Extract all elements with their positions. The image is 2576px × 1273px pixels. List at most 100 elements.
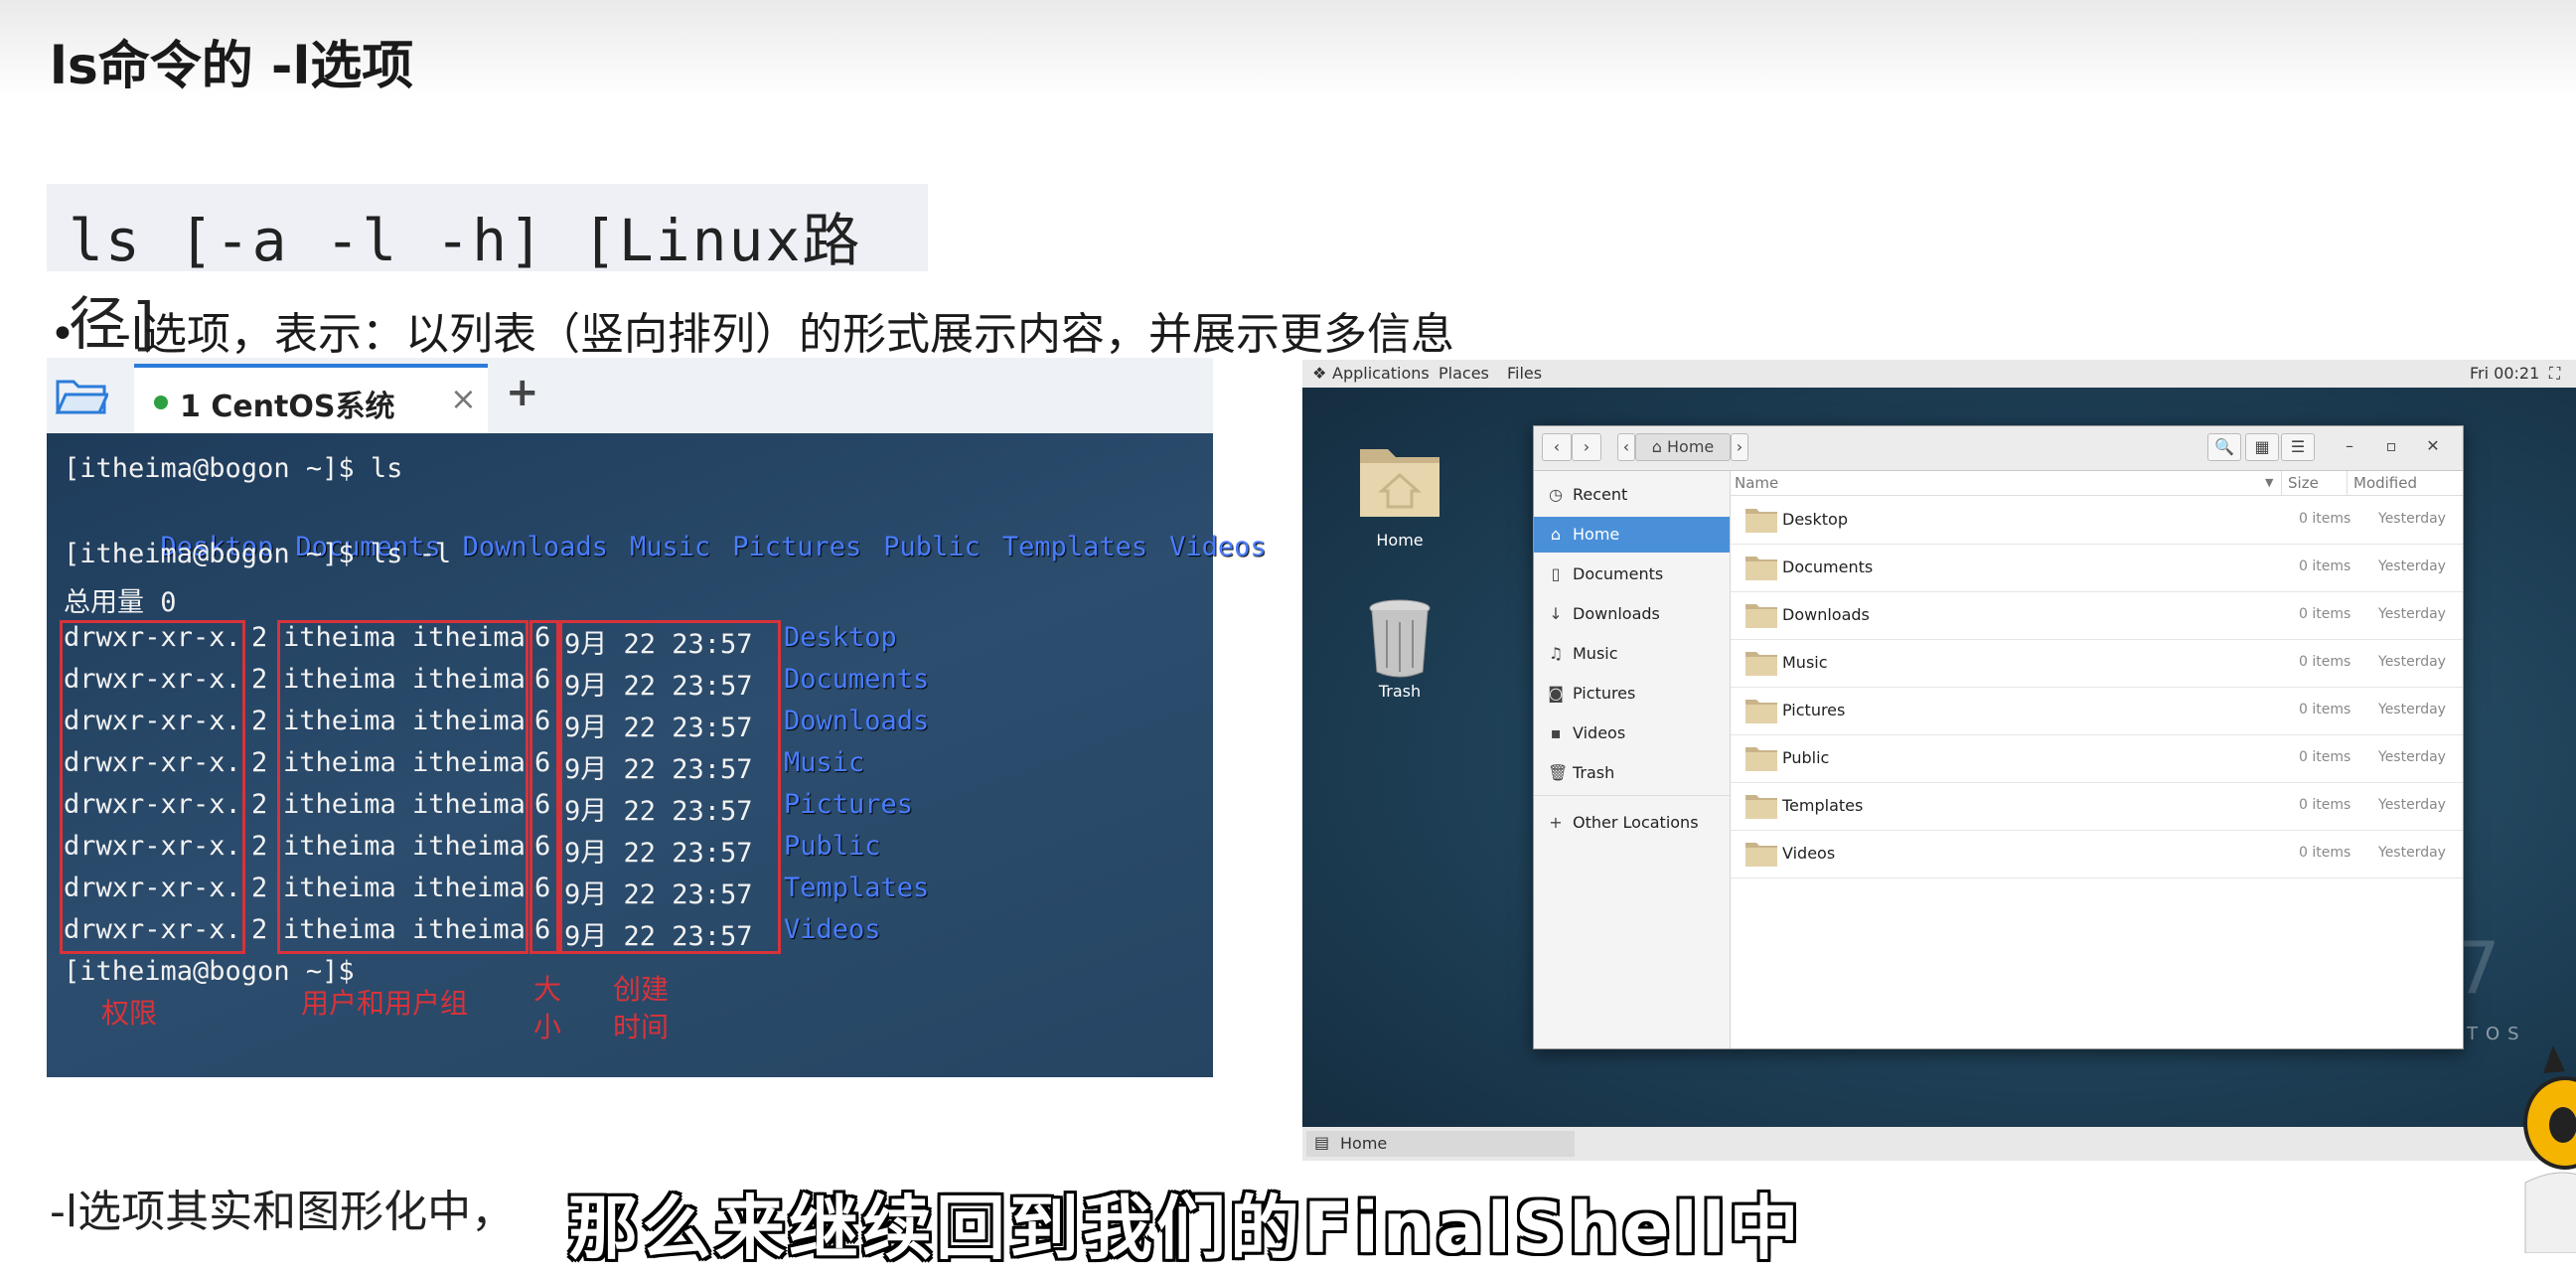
sidebar-item-recent[interactable]: ◷ Recent [1534,477,1730,513]
file-modified: Yesterday [2378,845,2446,861]
video-icon: ▪ [1550,723,1562,742]
time-highlight-box [559,620,781,954]
column-modified[interactable]: Modified [2347,471,2417,495]
link-count: 2 [251,664,268,695]
ls-item: Music [629,532,711,562]
ls-item: Templates [1001,532,1148,562]
back-button[interactable]: ‹ [1542,433,1572,461]
file-size: 0 items [2299,606,2351,622]
sidebar-item-videos[interactable]: ▪ Videos [1534,716,1730,751]
video-subtitle: 那么来继续回到我们的FinalShell中 [568,1188,1803,1269]
network-icon[interactable]: ⛶ [2549,364,2560,384]
entry-name: Downloads [784,706,930,736]
sidebar-item-documents[interactable]: ▯ Documents [1534,557,1730,592]
sidebar-item-pictures[interactable]: ◙ Pictures [1534,676,1730,712]
entry-name: Templates [784,873,930,903]
file-row[interactable]: Public 0 items Yesterday [1731,734,2463,783]
command-syntax-box: ls [-a -l -h] [Linux路径] [47,184,928,358]
sort-down-icon[interactable]: ▼ [2265,471,2273,495]
file-row[interactable]: Videos 0 items Yesterday [1731,830,2463,878]
prompt-line: [itheima@bogon ~]$ ls -l [64,539,452,569]
ls-item: Pictures [732,532,862,562]
annotation-time-2: 时间 [613,1011,670,1043]
file-name: Music [1782,653,1828,672]
tab-label: 1 CentOS系统 [180,390,395,424]
taskbar-item-home[interactable]: ▤ Home [1306,1131,1575,1157]
column-size[interactable]: Size [2281,471,2319,495]
link-count: 2 [251,622,268,653]
file-row[interactable]: Documents 0 items Yesterday [1731,544,2463,592]
camera-icon: ◙ [1548,684,1564,703]
bullet-dot-icon: • [50,309,76,360]
files-menu[interactable]: Files [1507,364,1542,383]
annotation-permissions: 权限 [101,997,158,1030]
file-name: Public [1782,748,1830,767]
file-name: Pictures [1782,701,1846,719]
file-size: 0 items [2299,702,2351,717]
document-icon: ▯ [1551,564,1561,583]
file-row[interactable]: Pictures 0 items Yesterday [1731,687,2463,735]
download-icon: ↓ [1549,604,1563,623]
sidebar-item-trash[interactable]: 🗑 Trash [1534,755,1730,791]
file-name: Desktop [1782,510,1848,529]
path-home-button[interactable]: ⌂ Home [1635,433,1731,461]
file-size: 0 items [2299,558,2351,574]
file-modified: Yesterday [2378,558,2446,574]
sidebar-item-label: Music [1573,644,1618,663]
add-tab-button[interactable]: + [506,370,539,415]
terminal-output[interactable]: [itheima@bogon ~]$ ls Desktop Documents Do… [47,433,1267,1077]
entry-name: Documents [784,664,930,695]
file-modified: Yesterday [2378,702,2446,717]
sidebar-item-downloads[interactable]: ↓ Downloads [1534,596,1730,632]
file-name: Videos [1782,844,1836,863]
applications-menu[interactable]: Applications [1332,364,1430,383]
grid-icon: ▦ [2254,437,2270,456]
prompt-line: [itheima@bogon ~]$ ls [64,453,403,484]
desktop-home-icon[interactable]: Home [1340,435,1459,550]
bullet-point: • -l选项，表示：以列表（竖向排列）的形式展示内容，并展示更多信息 [50,298,1454,362]
hamburger-icon: ☰ [2290,437,2306,456]
path-left-button[interactable]: ‹ [1617,433,1635,461]
sidebar-item-label: Videos [1573,723,1626,742]
places-menu[interactable]: Places [1439,364,1489,383]
file-size: 0 items [2299,511,2351,527]
column-header: Name ▼ Size Modified [1731,471,2463,496]
applications-menu-icon: ❖ [1312,364,1327,383]
prompt-line: [itheima@bogon ~]$ [64,956,355,987]
menu-button[interactable]: ☰ [2281,433,2315,461]
file-size: 0 items [2299,749,2351,765]
search-button[interactable]: 🔍 [2207,433,2241,461]
sidebar-item-label: Recent [1573,485,1628,504]
maximize-button[interactable]: ▫ [2376,433,2406,461]
grid-view-button[interactable]: ▦ [2245,433,2279,461]
tab-centos[interactable]: 1 CentOS系统 × [134,364,488,433]
file-row[interactable]: Music 0 items Yesterday [1731,639,2463,688]
sidebar-item-music[interactable]: ♫ Music [1534,636,1730,672]
file-modified: Yesterday [2378,797,2446,813]
column-name[interactable]: Name [1735,471,1778,495]
sidebar-item-home[interactable]: ⌂ Home [1534,517,1730,553]
folder-icon [1745,557,1777,580]
close-button[interactable]: ✕ [2418,433,2448,461]
link-count: 2 [251,706,268,736]
sidebar-item-other-locations[interactable]: + Other Locations [1534,805,1730,841]
file-list: Name ▼ Size Modified Desktop 0 items Yeste… [1731,471,2463,1048]
file-row[interactable]: Downloads 0 items Yesterday [1731,591,2463,640]
minimize-button[interactable]: – [2335,433,2364,461]
file-row[interactable]: Templates 0 items Yesterday [1731,782,2463,831]
clock[interactable]: Fri 00:21 [2470,364,2539,383]
folder-open-icon[interactable] [55,376,108,415]
desktop-trash-icon[interactable]: Trash [1340,598,1459,701]
clock-icon: ◷ [1549,485,1563,504]
file-row[interactable]: Desktop 0 items Yesterday [1731,496,2463,545]
file-name: Templates [1782,796,1864,815]
search-icon: 🔍 [2214,437,2234,456]
path-right-button[interactable]: › [1731,433,1748,461]
file-modified: Yesterday [2378,654,2446,670]
home-icon: ⌂ [1651,437,1667,456]
forward-button[interactable]: › [1572,433,1601,461]
close-icon[interactable]: × [450,380,477,417]
size-highlight-box [530,620,559,954]
window-header-bar: ‹ › ‹ ⌂ Home › 🔍 ▦ ☰ – ▫ ✕ [1534,426,2463,471]
home-folder-icon [1360,449,1440,517]
